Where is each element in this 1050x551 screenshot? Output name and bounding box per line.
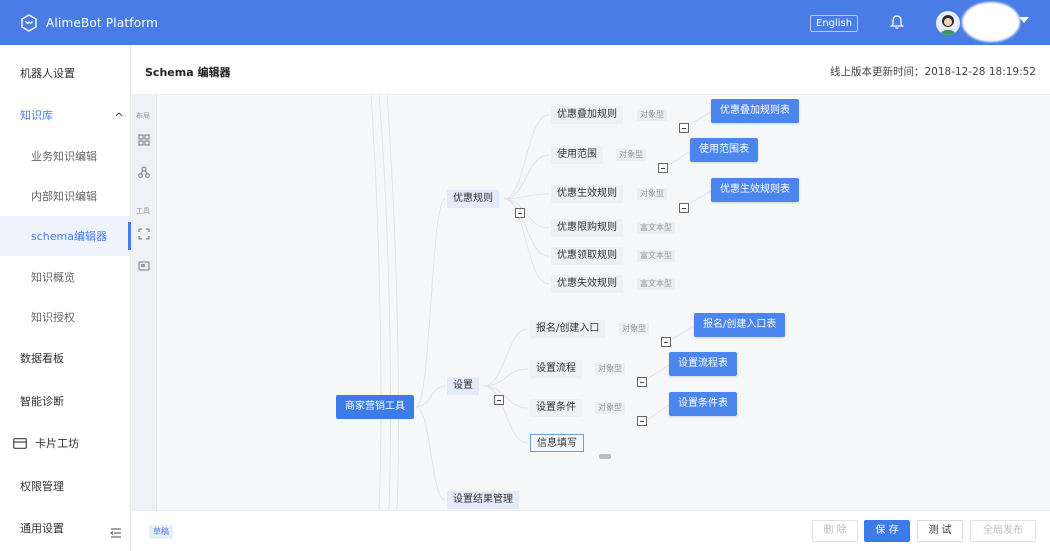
delete-button[interactable]: 删 除 <box>812 520 858 542</box>
sidebar-item-label: 卡片工坊 <box>35 437 79 450</box>
version-timestamp: 线上版本更新时间：2018-12-28 18:19:52 <box>829 66 1036 78</box>
mindmap-field-node[interactable]: 优惠生效规则 <box>551 185 623 203</box>
tree-layout-icon[interactable] <box>138 166 150 178</box>
robot-logo-icon <box>21 13 37 32</box>
collapse-toggle-icon[interactable] <box>661 337 671 347</box>
save-button[interactable]: 保 存 <box>864 520 910 542</box>
grid-layout-icon[interactable] <box>138 134 150 146</box>
brand[interactable]: AlimeBot Platform <box>20 13 159 32</box>
field-type-tag: 富文本型 <box>637 250 675 262</box>
editor-footer: 草稿 删 除 保 存 测 试 全局发布 <box>131 510 1050 551</box>
field-type-tag: 富文本型 <box>637 222 675 234</box>
field-type-tag: 对象型 <box>637 188 667 200</box>
collapse-toggle-icon[interactable] <box>658 163 668 173</box>
field-type-tag: 对象型 <box>616 149 646 161</box>
mindmap-table-node[interactable]: 设置流程表 <box>669 352 737 376</box>
page-title: Schema 编辑器 <box>145 66 231 79</box>
sidebar-item-schema-editor[interactable]: schema编辑器 <box>0 216 131 256</box>
avatar-icon[interactable] <box>936 11 960 35</box>
mindmap-field-node[interactable]: 设置条件 <box>530 399 582 417</box>
sidebar-item-label: 数据看板 <box>20 352 64 365</box>
mindmap-root-node[interactable]: 商家营销工具 <box>336 395 414 419</box>
minimap-icon[interactable] <box>138 260 150 272</box>
mindmap-field-node-selected[interactable]: 信息填写 <box>530 434 584 452</box>
sidebar-item-label: 业务知识编辑 <box>31 150 97 163</box>
mindmap-field-node[interactable]: 优惠叠加规则 <box>551 106 623 124</box>
collapse-toggle-icon[interactable] <box>637 416 647 426</box>
field-type-tag: 对象型 <box>619 323 649 335</box>
sidebar-item-permissions[interactable]: 权限管理 <box>0 466 131 506</box>
mindmap-table-node[interactable]: 设置条件表 <box>669 392 737 416</box>
sidebar: 机器人设置 知识库 业务知识编辑 内部知识编辑 schema编辑器 知识概览 知… <box>0 45 131 551</box>
more-options-icon[interactable] <box>599 454 611 459</box>
avatar-figure-icon <box>940 15 956 35</box>
collapse-toggle-icon[interactable] <box>679 123 689 133</box>
collapse-toggle-icon[interactable] <box>679 203 689 213</box>
collapse-toggle-icon[interactable] <box>494 395 504 405</box>
sidebar-item-business-knowledge[interactable]: 业务知识编辑 <box>0 136 131 176</box>
sidebar-item-card-workshop[interactable]: 卡片工坊 <box>0 423 131 463</box>
sidebar-item-label: schema编辑器 <box>31 230 107 243</box>
test-button[interactable]: 测 试 <box>917 520 963 542</box>
mindmap-table-node[interactable]: 优惠叠加规则表 <box>711 99 799 123</box>
collapse-toggle-icon[interactable] <box>637 377 647 387</box>
user-name-redacted[interactable] <box>962 2 1020 42</box>
content-header: Schema 编辑器 线上版本更新时间：2018-12-28 18:19:52 <box>131 45 1050 95</box>
mindmap-table-node[interactable]: 优惠生效规则表 <box>711 178 799 202</box>
sidebar-item-diagnosis[interactable]: 智能诊断 <box>0 381 131 421</box>
sidebar-item-label: 知识授权 <box>31 311 75 324</box>
mindmap-table-node[interactable]: 使用范围表 <box>690 138 758 162</box>
field-type-tag: 富文本型 <box>637 278 675 290</box>
fit-view-icon[interactable] <box>138 228 150 240</box>
sidebar-item-label: 机器人设置 <box>20 67 75 80</box>
sidebar-item-dashboard[interactable]: 数据看板 <box>0 338 131 378</box>
sidebar-item-label: 内部知识编辑 <box>31 190 97 203</box>
draft-status-badge: 草稿 <box>149 525 173 539</box>
collapse-toggle-icon[interactable] <box>515 208 525 218</box>
sidebar-item-label: 权限管理 <box>20 480 64 493</box>
sidebar-item-internal-knowledge[interactable]: 内部知识编辑 <box>0 176 131 216</box>
mindmap-field-node[interactable]: 优惠限购规则 <box>551 219 623 237</box>
sidebar-item-knowledge-base[interactable]: 知识库 <box>0 95 131 135</box>
mindmap-field-node[interactable]: 优惠领取规则 <box>551 247 623 265</box>
global-publish-button[interactable]: 全局发布 <box>970 520 1036 542</box>
mindmap-field-node[interactable]: 使用范围 <box>551 146 603 164</box>
language-switch[interactable]: English <box>810 15 859 32</box>
top-navbar: AlimeBot Platform English <box>0 0 1050 45</box>
field-type-tag: 对象型 <box>637 109 667 121</box>
mindmap-branch-node[interactable]: 设置结果管理 <box>447 491 519 509</box>
card-icon <box>13 437 27 449</box>
sidebar-item-knowledge-overview[interactable]: 知识概览 <box>0 257 131 297</box>
mindmap-table-node[interactable]: 报名/创建入口表 <box>694 313 786 337</box>
bell-icon[interactable] <box>888 13 906 31</box>
app-title: AlimeBot Platform <box>46 15 159 30</box>
collapse-sidebar-icon[interactable] <box>110 527 122 539</box>
canvas-toolstrip: 布局 工具 <box>131 95 157 510</box>
schema-canvas[interactable]: 布局 工具 商家营销工具 优惠规则 优惠叠加规则 对象型 优惠叠加规则表 使用范… <box>131 95 1050 510</box>
mindmap-branch-node[interactable]: 设置 <box>447 377 479 395</box>
sidebar-item-label: 知识库 <box>20 109 53 122</box>
sidebar-item-label: 知识概览 <box>31 271 75 284</box>
caret-down-icon[interactable] <box>1018 14 1030 26</box>
layout-label: 布局 <box>136 112 150 120</box>
sidebar-item-bot-settings[interactable]: 机器人设置 <box>0 53 131 93</box>
chevron-up-icon <box>115 112 123 117</box>
tools-label: 工具 <box>136 207 150 215</box>
mindmap-field-node[interactable]: 报名/创建入口 <box>530 320 606 338</box>
sidebar-item-knowledge-auth[interactable]: 知识授权 <box>0 297 131 337</box>
sidebar-item-label: 智能诊断 <box>20 395 64 408</box>
field-type-tag: 对象型 <box>595 363 625 375</box>
mindmap-field-node[interactable]: 设置流程 <box>530 360 582 378</box>
mindmap-branch-node[interactable]: 优惠规则 <box>447 190 499 208</box>
field-type-tag: 对象型 <box>595 402 625 414</box>
sidebar-item-label: 通用设置 <box>20 522 64 535</box>
mindmap-field-node[interactable]: 优惠失效规则 <box>551 275 623 293</box>
